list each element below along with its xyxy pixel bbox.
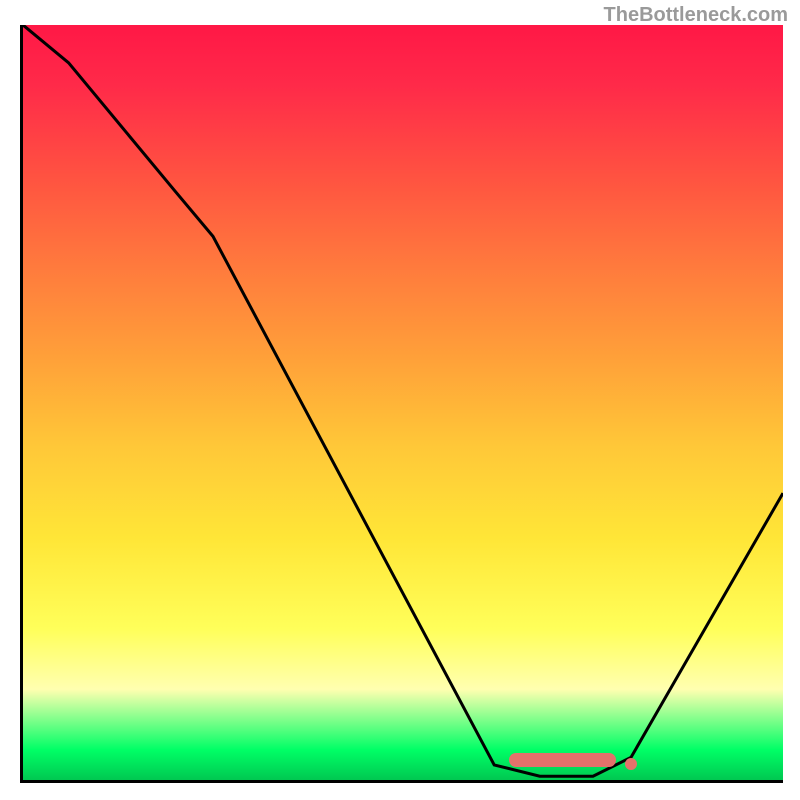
gradient-background: [23, 25, 783, 780]
optimal-range-end-dot: [625, 758, 637, 770]
plot-area: [20, 25, 783, 783]
optimal-range-band: [509, 753, 615, 767]
chart-container: TheBottleneck.com: [0, 0, 800, 800]
watermark-text: TheBottleneck.com: [604, 4, 788, 27]
